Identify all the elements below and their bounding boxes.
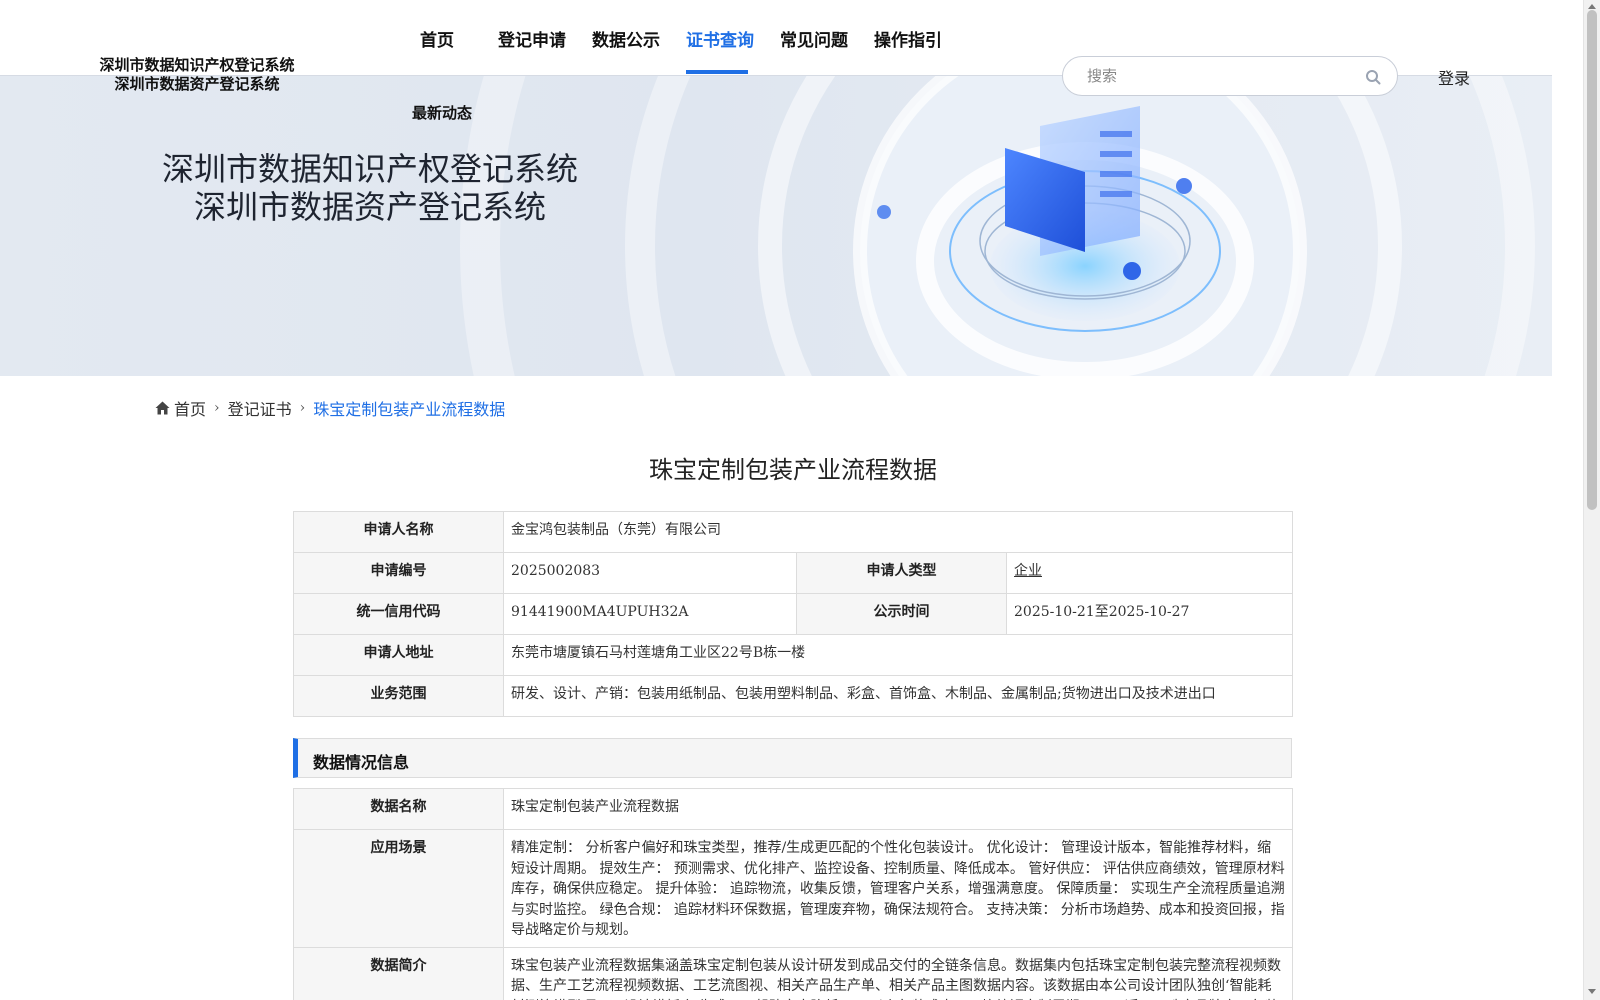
page-title: 珠宝定制包装产业流程数据 [649, 456, 937, 484]
nav-register-apply[interactable]: 登记申请 [498, 26, 566, 51]
scroll-down-icon[interactable] [1587, 986, 1597, 996]
search-icon[interactable] [1365, 69, 1381, 85]
logo-line-1: 深圳市数据知识产权登记系统 [99, 56, 295, 74]
table-row: 申请人地址 东莞市塘厦镇石马村莲塘角工业区22号B栋一楼 [293, 634, 1293, 676]
application-number-label: 申请编号 [293, 552, 504, 594]
section-heading: 数据情况信息 [313, 753, 410, 772]
banner-title: 深圳市数据知识产权登记系统 深圳市数据资产登记系统 [160, 150, 580, 226]
chevron-right-icon: › [299, 400, 306, 416]
login-link[interactable]: 登录 [1438, 65, 1470, 89]
data-info-table: 数据名称 珠宝定制包装产业流程数据 应用场景 精准定制： 分析客户偏好和珠宝类型… [293, 788, 1293, 1000]
application-number-value: 2025002083 [503, 552, 797, 594]
applicant-type-value[interactable]: 企业 [1006, 552, 1293, 594]
application-scenario-label: 应用场景 [293, 829, 504, 948]
nav-data-publicity[interactable]: 数据公示 [592, 26, 660, 51]
application-scenario-value: 精准定制： 分析客户偏好和珠宝类型，推荐/生成更匹配的个性化包装设计。 优化设计… [503, 829, 1293, 948]
banner-title-line-1: 深圳市数据知识产权登记系统 [161, 150, 578, 188]
applicant-info-table: 申请人名称 金宝鸿包装制品（东莞）有限公司 申请编号 2025002083 申请… [293, 511, 1293, 717]
data-info-section-header: 数据情况信息 [293, 738, 1292, 778]
table-row: 业务范围 研发、设计、产销：包装用纸制品、包装用塑料制品、彩盒、首饰盒、木制品、… [293, 675, 1293, 717]
publicity-time-value: 2025-10-21至2025-10-27 [1006, 593, 1293, 635]
business-scope-label: 业务范围 [293, 675, 504, 717]
nav-certificate-query[interactable]: 证书查询 [686, 26, 754, 51]
page-scrollbar[interactable] [1583, 0, 1600, 1000]
applicant-type-label: 申请人类型 [796, 552, 1007, 594]
data-name-value: 珠宝定制包装产业流程数据 [503, 788, 1293, 830]
scrollbar-thumb[interactable] [1587, 10, 1597, 510]
table-row: 数据名称 珠宝定制包装产业流程数据 [293, 788, 1293, 830]
table-row: 统一信用代码 91441900MA4UPUH32A 公示时间 2025-10-2… [293, 593, 1293, 635]
breadcrumb-certificates[interactable]: 登记证书 [228, 396, 292, 420]
credit-code-value: 91441900MA4UPUH32A [503, 593, 797, 635]
breadcrumb-current[interactable]: 珠宝定制包装产业流程数据 [313, 396, 505, 420]
search-input[interactable] [1087, 65, 1347, 87]
credit-code-label: 统一信用代码 [293, 593, 504, 635]
hero-banner: 深圳市数据知识产权登记系统 深圳市数据资产登记系统 [0, 76, 1552, 376]
search-box [1062, 56, 1398, 96]
data-name-label: 数据名称 [293, 788, 504, 830]
logo-line-2: 深圳市数据资产登记系统 [114, 75, 280, 93]
nav-latest-news[interactable]: 最新动态 [412, 102, 472, 123]
home-icon [155, 401, 170, 415]
publicity-time-label: 公示时间 [796, 593, 1007, 635]
applicant-name-value: 金宝鸿包装制品（东莞）有限公司 [503, 511, 1293, 553]
breadcrumb-home[interactable]: 首页 [174, 396, 206, 420]
nav-guide[interactable]: 操作指引 [874, 26, 942, 51]
table-row: 申请编号 2025002083 申请人类型 企业 [293, 552, 1293, 594]
data-intro-value: 珠宝包装产业流程数据集涵盖珠宝定制包装从设计研发到成品交付的全链条信息。数据集内… [503, 946, 1293, 1000]
table-row: 申请人名称 金宝鸿包装制品（东莞）有限公司 [293, 511, 1293, 553]
nav-faq[interactable]: 常见问题 [780, 26, 848, 51]
breadcrumb: 首页 › 登记证书 › 珠宝定制包装产业流程数据 [155, 396, 505, 420]
data-intro-label: 数据简介 [293, 946, 504, 1000]
nav-home[interactable]: 首页 [420, 26, 454, 51]
applicant-address-value: 东莞市塘厦镇石马村莲塘角工业区22号B栋一楼 [503, 634, 1293, 676]
business-scope-value: 研发、设计、产销：包装用纸制品、包装用塑料制品、彩盒、首饰盒、木制品、金属制品;… [503, 675, 1293, 717]
banner-illustration [460, 76, 1535, 376]
table-row: 应用场景 精准定制： 分析客户偏好和珠宝类型，推荐/生成更匹配的个性化包装设计。… [293, 829, 1293, 948]
applicant-address-label: 申请人地址 [293, 634, 504, 676]
site-logo[interactable]: 深圳市数据知识产权登记系统 深圳市数据资产登记系统 [92, 56, 302, 94]
chevron-right-icon: › [214, 400, 220, 416]
banner-title-line-2: 深圳市数据资产登记系统 [193, 188, 546, 226]
nav-active-indicator [686, 70, 748, 74]
applicant-name-label: 申请人名称 [293, 511, 504, 553]
table-row: 数据简介 珠宝包装产业流程数据集涵盖珠宝定制包装从设计研发到成品交付的全链条信息… [293, 946, 1293, 1000]
